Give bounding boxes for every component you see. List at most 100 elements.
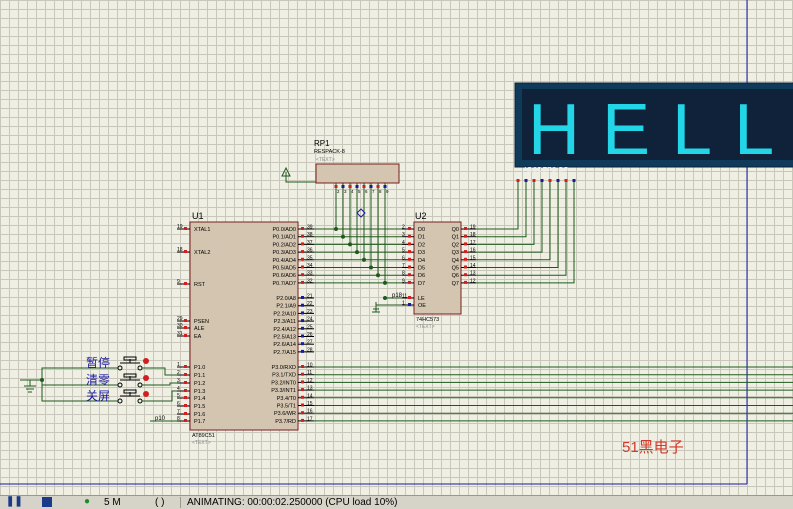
u1-pin-number: 7 (177, 409, 180, 415)
u1-pin-marker (301, 349, 304, 353)
stop-icon[interactable] (42, 497, 52, 507)
u1-pin-number: 29 (177, 316, 183, 322)
rp1-pin-number: 2 (337, 189, 340, 194)
button-state-icon[interactable] (143, 391, 149, 397)
u1-pin-marker (301, 250, 304, 254)
u1-pin-name: P0.0/AD0 (272, 227, 296, 233)
rp1-pin-number: 4 (351, 189, 354, 194)
button-label: 清零 (86, 373, 110, 387)
u1-pin-name: P0.7/AD7 (272, 281, 296, 287)
u1-pin-number: 11 (307, 370, 312, 376)
u1-pin-marker (184, 326, 187, 329)
u1-pin-marker (184, 396, 187, 399)
u1-pin-marker (301, 403, 304, 407)
u2-pin-number: 18 (470, 232, 476, 238)
u1-pin-number: 32 (307, 278, 313, 284)
rp1-body (315, 163, 400, 184)
u1-pin-marker (184, 334, 187, 337)
u1-pin-marker (301, 242, 304, 246)
button-label: 暂停 (86, 355, 110, 370)
u1-pin-name: P0.6/AD6 (272, 273, 296, 279)
u1-pin-marker (301, 411, 304, 415)
u1-pin-marker (301, 380, 304, 384)
u1-pin-number: 1 (177, 362, 180, 368)
rp1-pin-number: 9 (386, 189, 389, 194)
u2-pin-name: D3 (418, 250, 425, 256)
status-bar: ❚❚ ● 5 M ( ) ANIMATING: 00:00:02.250000 … (0, 495, 793, 509)
rp1-pin-marker (334, 185, 338, 188)
u1-pin-number: 18 (177, 247, 183, 253)
u1-pin-number: 17 (307, 416, 313, 422)
push-buttons[interactable]: 暂停清零关屏 (57, 355, 150, 404)
u2-pin-number: 2 (402, 225, 405, 231)
u1-pin-name: XTAL2 (194, 250, 210, 256)
seven-segment-display[interactable]: HELLO- ABCDEFG DP (514, 82, 793, 174)
button-contact (117, 382, 123, 388)
u1-pin-name: P3.0/RXD (272, 365, 296, 371)
ground-icon-u2 (372, 302, 380, 313)
u1-pin-number: 26 (307, 332, 313, 338)
u1-pin-number: 9 (177, 279, 180, 285)
u1-pin-name: RST (194, 282, 206, 288)
u1-pin-number: 6 (177, 401, 180, 407)
schematic-canvas[interactable]: HELLO- ABCDEFG DP RP1 RESPACK-8 <TEXT> 2… (0, 0, 793, 495)
u1-pin-number: 23 (307, 309, 313, 315)
button-state-icon[interactable] (143, 358, 149, 364)
u1-pin-marker (184, 389, 187, 392)
u2-pin-number: 11 (402, 294, 407, 300)
button-cap[interactable] (123, 389, 137, 394)
wire-junction (348, 242, 352, 247)
u1-pin-marker (301, 234, 304, 238)
u1-pin-marker (301, 319, 304, 323)
u1-pin-number: 2 (177, 370, 180, 376)
u1-pin-number: 38 (307, 232, 313, 238)
u2-pin-name: Q0 (452, 227, 459, 233)
u2-pin-marker (464, 250, 467, 254)
u1-pin-marker (184, 381, 187, 384)
button-state-icon[interactable] (143, 375, 149, 381)
button-cap[interactable] (123, 373, 137, 378)
u2-pin-name: Q6 (452, 273, 459, 279)
rp1-pin-marker (376, 185, 380, 188)
u1-pin-number: 14 (307, 393, 313, 399)
u2-pin-number: 3 (402, 232, 405, 238)
u2-pin-marker (408, 296, 411, 299)
wire (150, 367, 177, 376)
rp1-pin-marker (341, 185, 345, 188)
u1-pin-marker (184, 412, 187, 415)
u1-pin-name: P0.2/AD2 (272, 242, 296, 248)
display-segment-pins: ABCDEFG DP (523, 167, 569, 174)
u2-pin-number: 19 (470, 225, 476, 231)
u1-pin-name: P0.1/AD1 (272, 235, 296, 241)
u2-text: <TEXT> (416, 324, 435, 330)
u2-74hc573[interactable]: U2 74HC573 <TEXT> 2 D0 3 D1 4 D2 5 D3 6 D4 7 D5 8 D6 9… (402, 211, 476, 330)
u2-pin-number: 6 (402, 255, 405, 261)
u1-pin-number: 30 (177, 323, 183, 329)
u1-pin-number: 3 (177, 378, 180, 384)
pause-icon[interactable]: ❚❚ (6, 496, 23, 507)
u1-pin-marker (184, 419, 187, 422)
rp1-text: <TEXT> (316, 157, 335, 163)
u1-pin-number: 39 (307, 225, 313, 231)
u1-pin-number: 19 (177, 224, 183, 230)
u2-pin-marker (464, 234, 467, 238)
rp1-pin-number: 3 (344, 189, 347, 194)
button-cap[interactable] (123, 356, 137, 361)
rp1-pin-marker (348, 185, 352, 188)
wire-junction (376, 273, 380, 278)
u1-pin-marker (184, 227, 187, 230)
u1-pin-name: P1.0 (194, 365, 205, 371)
u2-pin-number: 12 (470, 278, 476, 284)
u1-pin-name: P0.3/AD3 (272, 250, 296, 256)
u1-pin-number: 27 (307, 340, 313, 346)
u1-pin-number: 37 (307, 240, 313, 246)
u1-pin-marker (301, 342, 304, 346)
u1-pin-number: 35 (307, 255, 313, 261)
rp1-resistor-pack[interactable]: RP1 RESPACK-8 <TEXT> 23456789 (281, 139, 400, 194)
rp1-common-wire (285, 172, 316, 183)
u1-pin-name: P1.7 (194, 419, 205, 425)
rp1-pin-number: 7 (372, 189, 375, 194)
u2-pin-name: Q5 (452, 266, 459, 272)
message-count[interactable]: 5 M (104, 497, 121, 508)
u1-at89c51[interactable]: U1 AT89C51 <TEXT> 19 XTAL118 XTAL29 RST29 PS… (177, 211, 314, 446)
